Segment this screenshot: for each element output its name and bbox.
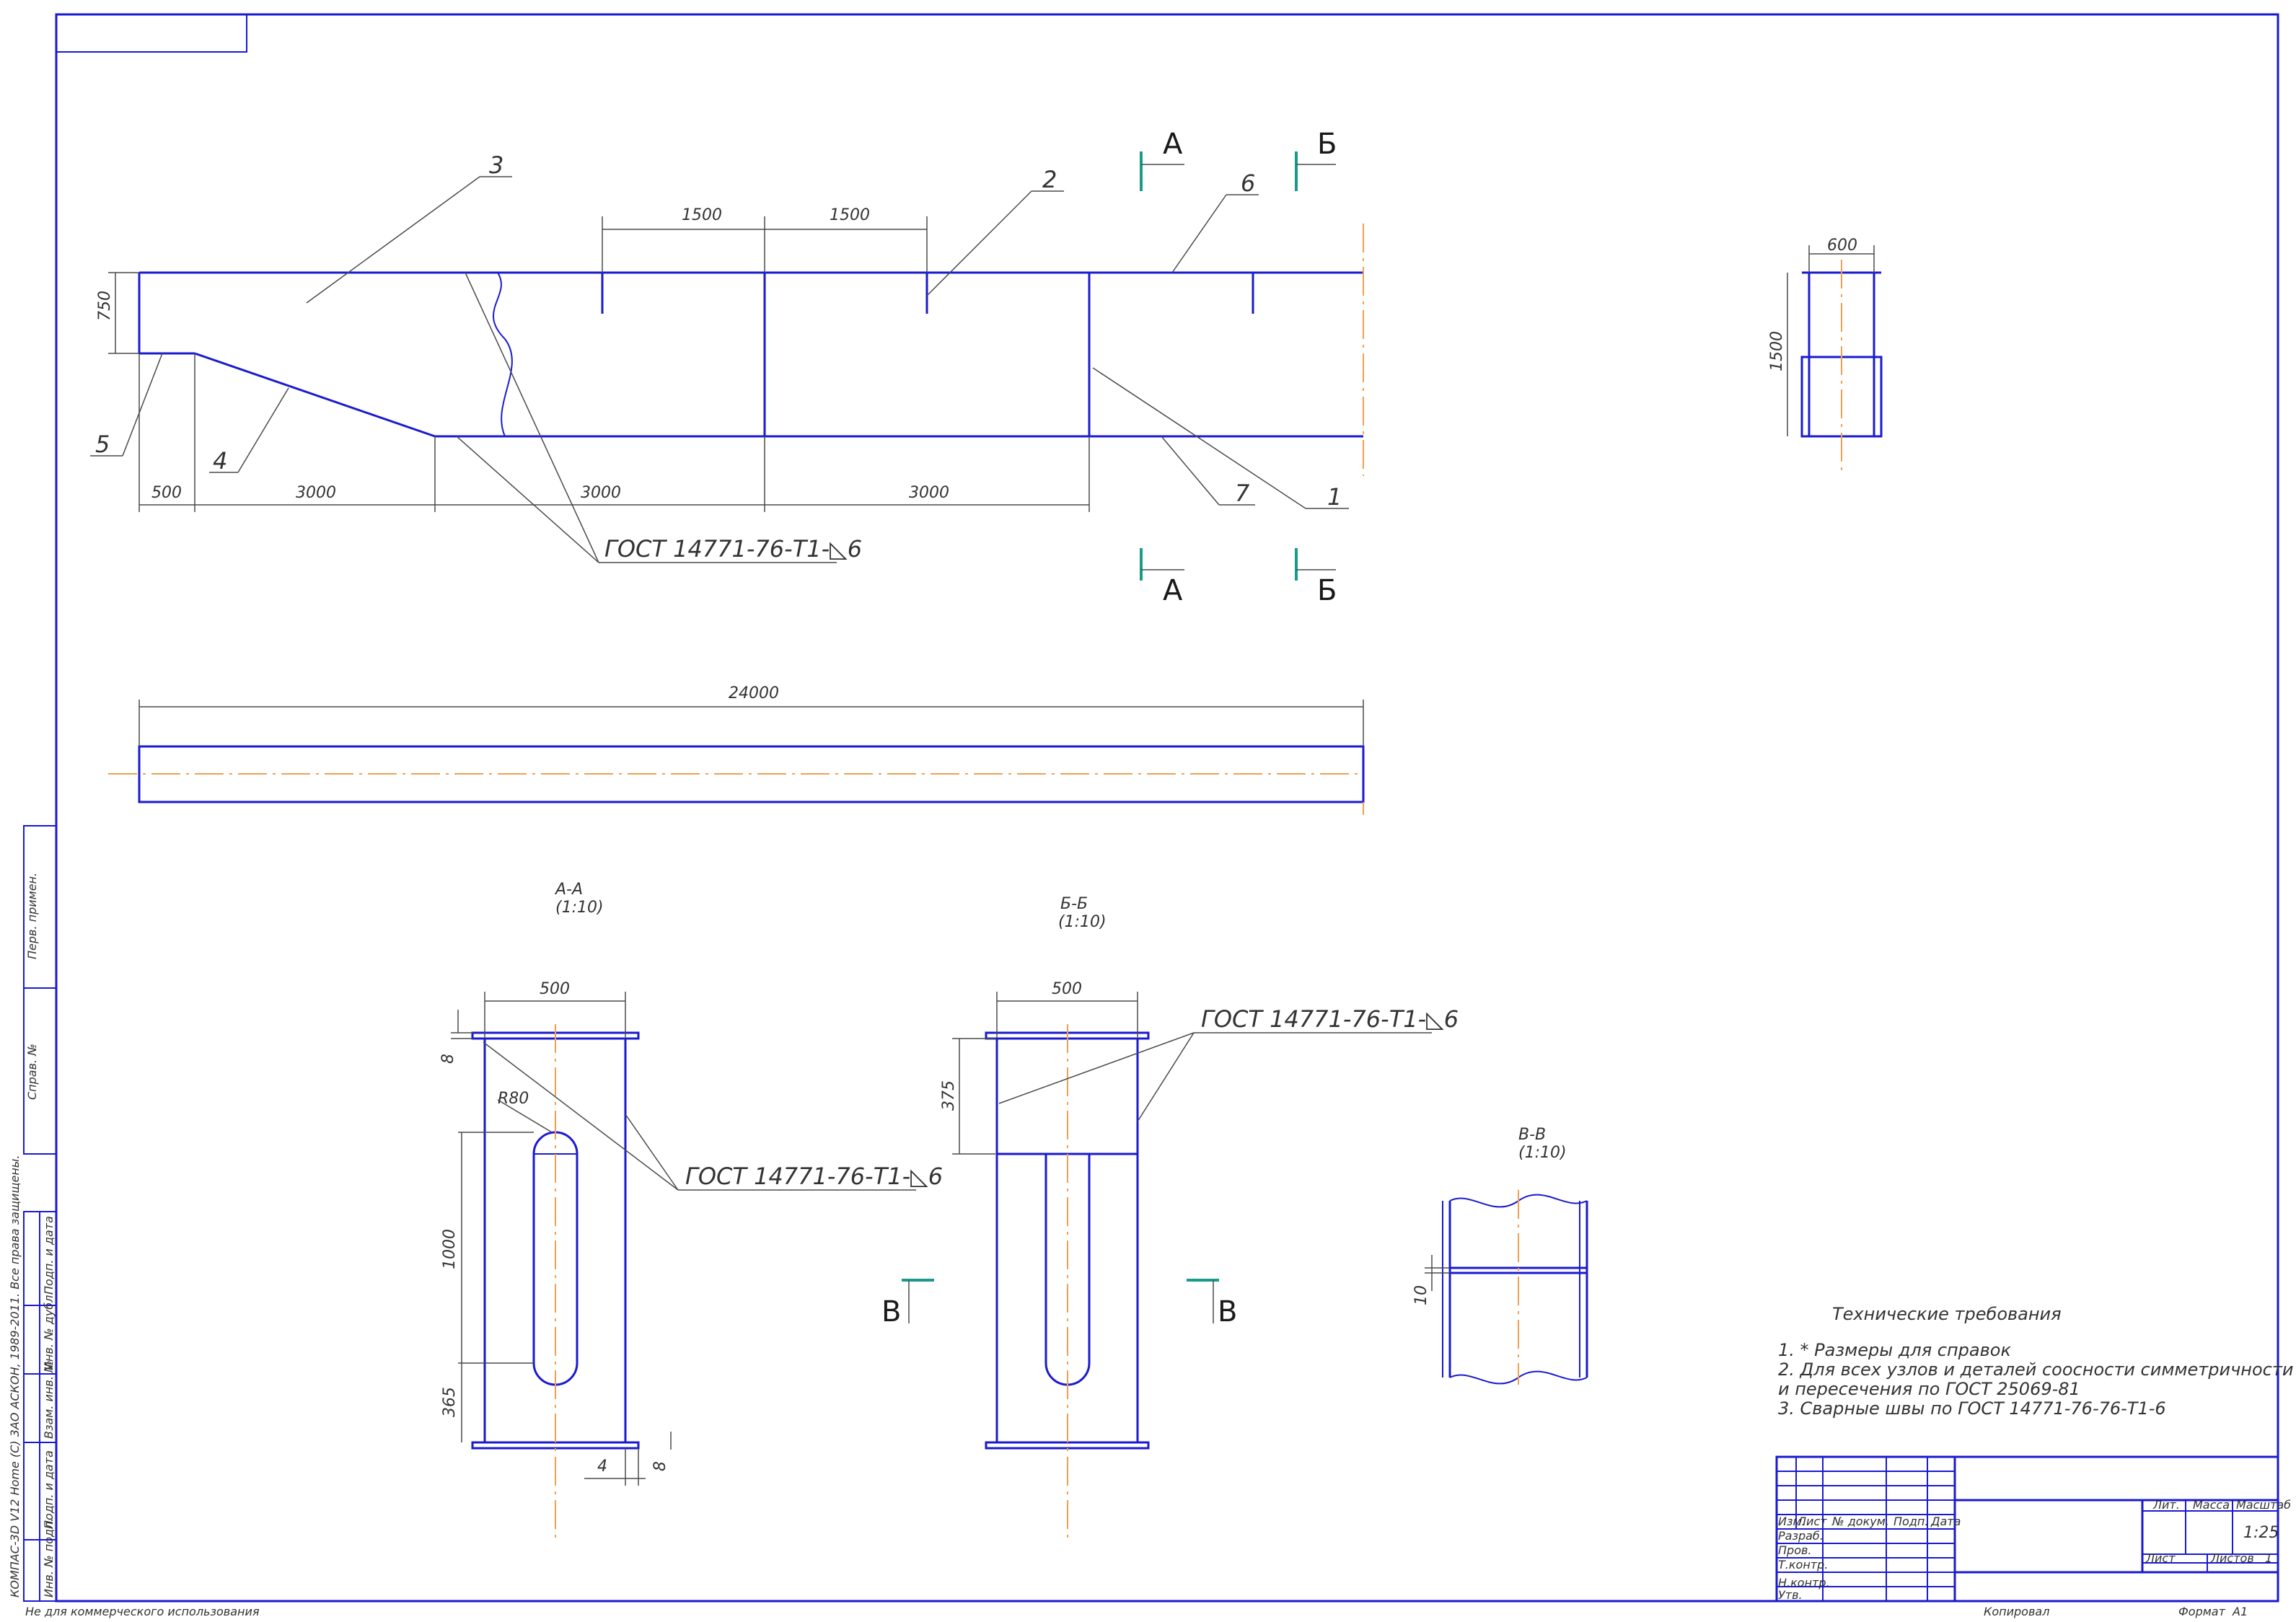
mark-a-top: А (1163, 128, 1183, 161)
section-bb-width: 500 (1052, 980, 1082, 998)
callout-3: 3 (489, 151, 503, 179)
mark-a-bottom: А (1163, 574, 1183, 607)
footer-copied: Копировал (1984, 1605, 2049, 1618)
mark-b-bottom: Б (1317, 574, 1337, 607)
dim-3000-c: 3000 (909, 484, 949, 502)
dim-3000-b: 3000 (581, 484, 621, 502)
stamp-sprav: Справ. № (25, 1044, 39, 1100)
software-note: КОМПАС-3D V12 Home (С) 3АО АСКОН, 1989-2… (8, 1155, 22, 1597)
callout-5: 5 (95, 431, 110, 458)
dim-1500-b: 1500 (830, 206, 870, 224)
section-aa-dim-8-bottom: 8 (651, 1461, 669, 1471)
section-aa-title: А-А (554, 881, 583, 899)
tb-col-doc: № докум. (1831, 1515, 1889, 1528)
title-block: Изм. Лист № докум. Подп. Дата Разраб. Пр… (1775, 1455, 2291, 1603)
callout-2: 2 (1042, 166, 1057, 193)
callout-6: 6 (1241, 169, 1255, 197)
callout-1: 1 (1327, 483, 1342, 511)
corner-stamp-box (56, 14, 247, 53)
tb-sheets: Листов (2210, 1551, 2254, 1565)
tb-sheet: Лист (2145, 1551, 2176, 1565)
section-aa-radius: R80 (498, 1090, 529, 1108)
stamp-inv-dubl: Инв. № дубл. (42, 1292, 56, 1370)
tb-col-sign: Подп. (1893, 1515, 1928, 1528)
stamp-perv-primen: Перв. примен. (25, 873, 39, 959)
section-aa: А-А (1:10) 500 8 1000 365 R80 4 8 ГОСТ 1… (439, 881, 943, 1543)
dim-1500-a: 1500 (682, 206, 722, 224)
section-markers: А Б А Б (1140, 128, 1337, 607)
callout-4: 4 (213, 447, 227, 475)
section-aa-dim-8-top: 8 (439, 1054, 457, 1064)
tb-lit: Лит. (2152, 1498, 2180, 1512)
side-view-width: 600 (1827, 237, 1857, 255)
side-view-height: 1500 (1768, 331, 1786, 371)
section-aa-weld-note: ГОСТ 14771-76-Т1-◺6 (685, 1163, 943, 1190)
requirement-2: 2. Для всех узлов и деталей соосности си… (1778, 1359, 2293, 1380)
tb-scale-value: 1:25 (2243, 1524, 2279, 1542)
section-aa-width: 500 (540, 980, 570, 998)
mark-v-left: В (881, 1295, 901, 1328)
section-bb-dim-375: 375 (940, 1080, 958, 1111)
footer-format: Формат (2178, 1605, 2226, 1618)
tb-col-date: Дата (1930, 1515, 1961, 1528)
stamp-podp-data-1: Подп. и дата (42, 1216, 56, 1295)
tb-row-utv: Утв. (1778, 1588, 1803, 1602)
dim-3000-a: 3000 (296, 484, 336, 502)
section-bb-weld-note: ГОСТ 14771-76-Т1-◺6 (1201, 1005, 1459, 1033)
section-aa-dim-4: 4 (597, 1458, 607, 1476)
tb-sheets-value: 1 (2265, 1551, 2272, 1565)
tb-col-list: Лист (1797, 1515, 1827, 1528)
section-aa-scale: (1:10) (555, 899, 604, 917)
section-aa-dim-1000: 1000 (441, 1229, 459, 1269)
mark-b-top: Б (1317, 128, 1337, 161)
section-vv-dim-10: 10 (1412, 1285, 1430, 1305)
tb-scale-label: Масштаб (2236, 1498, 2291, 1512)
weld-note-main: ГОСТ 14771-76-Т1-◺6 (456, 272, 862, 563)
dim-500: 500 (151, 484, 182, 502)
technical-requirements: Технические требования 1. * Размеры для … (1778, 1304, 2293, 1419)
plan-view: 24000 (108, 684, 1365, 815)
tb-row-tkontr: Т.контр. (1778, 1558, 1828, 1572)
tb-row-prov: Пров. (1778, 1543, 1812, 1557)
footer: Не для коммерческого использования Копир… (25, 1605, 2248, 1618)
section-vv-scale: (1:10) (1518, 1144, 1567, 1162)
section-bb-title: Б-Б (1060, 895, 1088, 913)
stamp-inv-podl: Инв. № подл. (42, 1518, 56, 1597)
dim-24000: 24000 (729, 684, 779, 702)
dim-750: 750 (96, 291, 114, 321)
side-stamps: Перв. примен. Справ. № Подп. и дата Инв.… (8, 825, 57, 1602)
requirement-2-cont: и пересечения по ГОСТ 25069-81 (1778, 1379, 2080, 1399)
part-callouts: 3 2 6 5 4 7 1 (90, 151, 1349, 511)
requirement-1: 1. * Размеры для справок (1778, 1340, 2011, 1360)
requirement-3: 3. Сварные швы по ГОСТ 14771-76-76-Т1-6 (1778, 1398, 2166, 1419)
mark-v-right: В (1218, 1295, 1237, 1328)
tb-row-razrab: Разраб. (1778, 1529, 1824, 1543)
tb-mass: Масса (2193, 1498, 2230, 1512)
stamp-vzam-inv: Взам. инв. № (42, 1360, 56, 1439)
side-view: 600 1500 (1768, 237, 1883, 476)
requirements-title: Технические требования (1832, 1304, 2062, 1324)
callout-7: 7 (1235, 480, 1250, 507)
drawing-sheet: 1500 1500 750 500 3000 3000 3000 3 2 6 5… (8, 13, 2293, 1618)
section-bb: Б-Б (1:10) 500 375 ГОСТ 14771-76-Т1-◺6 В… (881, 895, 1459, 1543)
section-bb-scale: (1:10) (1058, 913, 1107, 931)
stamp-podp-data-2: Подп. и дата (42, 1450, 56, 1529)
weld-note-text: ГОСТ 14771-76-Т1-◺6 (604, 535, 862, 563)
section-aa-dim-365: 365 (441, 1387, 459, 1417)
footer-format-value: A1 (2232, 1605, 2248, 1618)
section-vv: В-В (1:10) 10 (1412, 1126, 1588, 1385)
footer-noncommercial: Не для коммерческого использования (25, 1605, 260, 1618)
main-view-dimensions: 1500 1500 750 500 3000 3000 3000 (96, 206, 1090, 512)
section-vv-title: В-В (1518, 1126, 1546, 1144)
